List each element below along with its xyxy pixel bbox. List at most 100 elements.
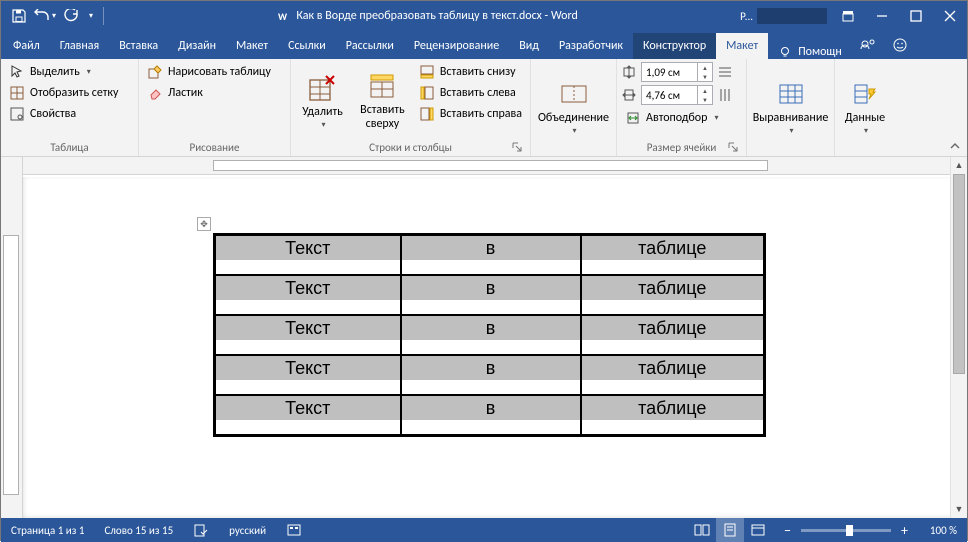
qat-customize-icon[interactable]: ▾ [85,4,97,28]
insert-right-button[interactable]: Вставить справа [415,104,526,124]
spin-down-icon[interactable]: ▼ [698,72,712,81]
table-cell[interactable]: в [401,235,581,276]
read-mode-button[interactable] [688,518,716,542]
undo-icon[interactable]: ▾ [33,4,57,28]
maximize-icon[interactable] [899,1,933,31]
tab-developer[interactable]: Разработчик [549,33,633,59]
tab-file[interactable]: Файл [3,33,50,59]
table-cell[interactable]: Текст [215,275,401,315]
select-button[interactable]: Выделить▾ [5,62,122,82]
tab-view[interactable]: Вид [509,33,549,59]
draw-table-button[interactable]: Нарисовать таблицу [143,62,275,82]
feedback-button[interactable] [884,31,916,59]
web-layout-button[interactable] [744,518,772,542]
status-bar: Страница 1 из 1 Слово 15 из 15 русский −… [1,518,967,542]
insert-left-button[interactable]: Вставить слева [415,83,526,103]
data-button[interactable]: Данные▾ [839,62,891,152]
status-word-count[interactable]: Слово 15 из 15 [94,518,183,542]
collapse-ribbon-icon[interactable] [947,138,963,154]
dialog-launcher-icon[interactable] [726,140,740,154]
cell-spacer [582,420,764,434]
tab-review[interactable]: Рецензирование [404,33,509,59]
tab-home[interactable]: Главная [50,33,109,59]
col-width-input[interactable]: 4,76 см▲▼ [641,85,713,105]
spin-up-icon[interactable]: ▲ [698,63,712,72]
vertical-scrollbar[interactable]: ▲ ▼ [950,157,967,518]
zoom-track[interactable] [801,529,891,532]
table-cell[interactable]: таблице [581,395,765,436]
tab-mailings[interactable]: Рассылки [336,33,404,59]
table-row[interactable]: Текствтаблице [215,275,765,315]
close-icon[interactable] [933,1,967,31]
document-table[interactable]: ТекствтаблицеТекствтаблицеТекствтаблицеТ… [213,233,766,437]
merge-button[interactable]: Объединение▾ [532,62,615,152]
eraser-button[interactable]: Ластик [143,83,275,103]
merge-icon [558,78,590,110]
table-cell[interactable]: таблице [581,315,765,355]
tab-design[interactable]: Дизайн [168,33,226,59]
table-cell[interactable]: в [401,355,581,395]
zoom-level[interactable]: 100 % [920,518,967,542]
tab-references[interactable]: Ссылки [278,33,336,59]
status-macros[interactable] [276,518,312,542]
vertical-ruler[interactable] [1,157,23,518]
ribbon-tabs: Файл Главная Вставка Дизайн Макет Ссылки… [1,31,967,59]
alignment-button[interactable]: Выравнивание▾ [747,62,835,152]
scroll-up-icon[interactable]: ▲ [951,157,967,174]
zoom-thumb[interactable] [846,525,853,536]
zoom-slider[interactable]: − + [772,522,920,539]
redo-icon[interactable] [59,4,83,28]
print-layout-button[interactable] [716,518,744,542]
view-gridlines-button[interactable]: Отобразить сетку [5,83,122,103]
properties-button[interactable]: Свойства [5,104,122,124]
table-cell[interactable]: в [401,395,581,436]
table-cell[interactable]: в [401,315,581,355]
tab-table-design[interactable]: Конструктор [633,33,716,59]
insert-below-button[interactable]: Вставить снизу [415,62,526,82]
zoom-out-button[interactable]: − [780,522,795,539]
table-cell[interactable]: в [401,275,581,315]
dialog-launcher-icon[interactable] [510,140,524,154]
share-button[interactable] [852,31,884,59]
table-cell[interactable]: Текст [215,355,401,395]
ribbon-display-options-icon[interactable] [831,1,865,31]
group-label: Таблица [5,139,134,154]
spin-down-icon[interactable]: ▼ [698,95,712,104]
table-row[interactable]: Текствтаблице [215,235,765,276]
row-height-input[interactable]: 1,09 см▲▼ [641,62,713,82]
tab-page-layout[interactable]: Макет [226,33,278,59]
scroll-down-icon[interactable]: ▼ [951,501,967,518]
insert-above-button[interactable]: Вставить сверху [354,62,411,139]
data-icon [849,78,881,110]
autofit-button[interactable]: Автоподбор▾ [621,108,733,128]
insert-above-icon [366,70,398,102]
minimize-icon[interactable] [865,1,899,31]
delete-button[interactable]: Удалить▾ [295,62,350,139]
table-cell[interactable]: таблице [581,275,765,315]
table-move-handle-icon[interactable]: ✥ [197,217,211,231]
distribute-rows-icon[interactable] [717,64,733,80]
spellcheck-icon [193,522,209,538]
table-cell[interactable]: таблице [581,355,765,395]
tab-table-layout[interactable]: Макет [716,33,768,59]
table-cell[interactable]: Текст [215,315,401,355]
status-spellcheck[interactable] [183,518,219,542]
group-label: Размер ячейки [621,139,742,154]
table-row[interactable]: Текствтаблице [215,355,765,395]
table-cell[interactable]: Текст [215,395,401,436]
tell-me-search[interactable]: Помощн [768,45,852,59]
status-language[interactable]: русский [219,518,276,542]
status-page[interactable]: Страница 1 из 1 [1,518,94,542]
zoom-in-button[interactable]: + [897,522,912,539]
save-icon[interactable] [7,4,31,28]
table-row[interactable]: Текствтаблице [215,315,765,355]
document-page[interactable]: ✥ ТекствтаблицеТекствтаблицеТекствтаблиц… [23,175,967,518]
distribute-cols-icon[interactable] [717,87,733,103]
table-cell[interactable]: Текст [215,235,401,276]
horizontal-ruler[interactable] [23,157,967,175]
table-row[interactable]: Текствтаблице [215,395,765,436]
cell-text: Текст [216,276,400,300]
tab-insert[interactable]: Вставка [109,33,168,59]
spin-up-icon[interactable]: ▲ [698,86,712,95]
table-cell[interactable]: таблице [581,235,765,276]
